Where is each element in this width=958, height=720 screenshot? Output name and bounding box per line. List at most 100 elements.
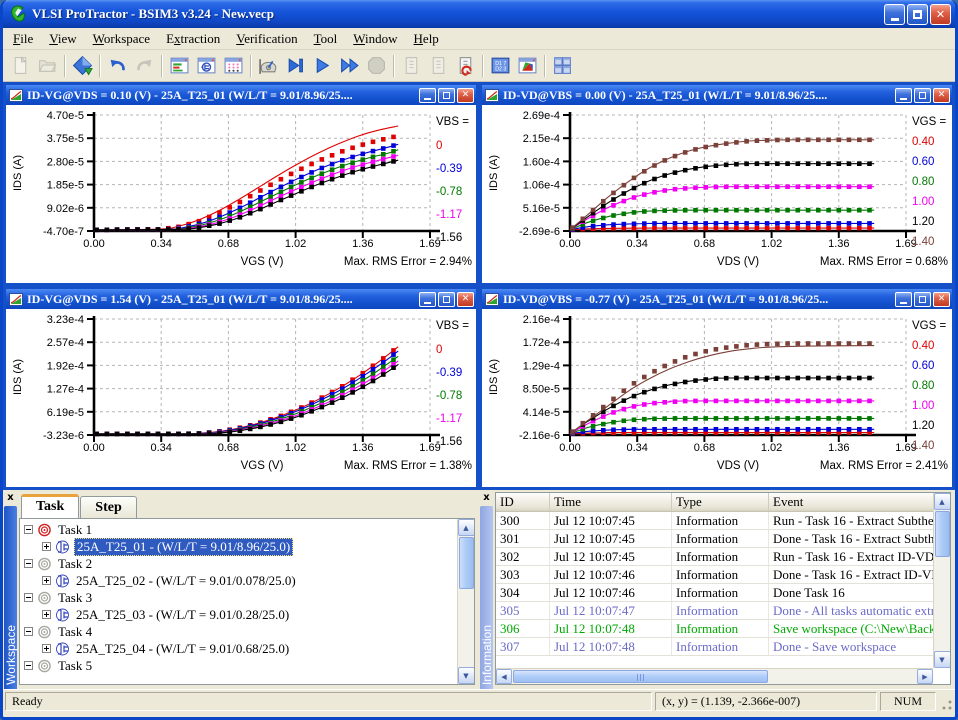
- collapse-icon[interactable]: [24, 525, 33, 534]
- workspace-strip[interactable]: Workspace: [4, 506, 17, 689]
- scroll-down-icon[interactable]: ▼: [934, 651, 951, 668]
- information-strip[interactable]: Information: [480, 506, 493, 689]
- tab-step[interactable]: Step: [80, 496, 136, 519]
- information-close-icon[interactable]: x: [481, 493, 493, 505]
- scroll-up-icon[interactable]: ▲: [458, 519, 475, 536]
- chart-minimize-button[interactable]: [419, 292, 436, 307]
- scrollbar-thumb[interactable]: [459, 537, 474, 589]
- column-header-id[interactable]: ID: [496, 493, 550, 511]
- toolbar-button-step-run[interactable]: [282, 53, 309, 79]
- scroll-right-icon[interactable]: ▶: [917, 669, 933, 684]
- chart-window-1-titlebar[interactable]: ID-VG@VDS = 0.10 (V) - 25A_T25_01 (W/L/T…: [6, 85, 476, 105]
- collapse-icon[interactable]: [24, 559, 33, 568]
- menu-extraction[interactable]: Extraction: [158, 29, 228, 49]
- toolbar-button-task-window[interactable]: [166, 53, 193, 79]
- toolbar-button-data-table[interactable]: D1 7D2 3: [487, 53, 514, 79]
- workspace-close-icon[interactable]: x: [5, 493, 17, 505]
- tree-item-task[interactable]: Task 1: [22, 521, 474, 538]
- tree-scrollbar[interactable]: ▲▼: [457, 519, 474, 684]
- menu-help[interactable]: Help: [406, 29, 447, 49]
- chart-close-button[interactable]: ✕: [933, 88, 950, 103]
- cell-type: Information: [672, 620, 769, 637]
- expand-icon[interactable]: [42, 644, 51, 653]
- scroll-left-icon[interactable]: ◀: [496, 669, 512, 684]
- tree-item-task[interactable]: Task 2: [22, 555, 474, 572]
- toolbar-button-save-workspace[interactable]: [69, 53, 96, 79]
- menu-verification[interactable]: Verification: [228, 29, 305, 49]
- toolbar-button-undo[interactable]: [104, 53, 131, 79]
- table-row[interactable]: 303Jul 12 10:07:46InformationDone - Task…: [496, 566, 950, 584]
- table-row[interactable]: 301Jul 12 10:07:45InformationDone - Task…: [496, 530, 950, 548]
- column-header-event[interactable]: Event: [769, 493, 939, 511]
- chart-close-button[interactable]: ✕: [933, 292, 950, 307]
- table-row[interactable]: 302Jul 12 10:07:45InformationRun - Task …: [496, 548, 950, 566]
- tree-item-task[interactable]: Task 4: [22, 623, 474, 640]
- chart-maximize-button[interactable]: [438, 292, 455, 307]
- tree-item-device[interactable]: 25A_T25_01 - (W/L/T = 9.01/8.96/25.0): [22, 538, 474, 555]
- column-header-type[interactable]: Type: [672, 493, 769, 511]
- toolbar-button-error-report[interactable]: [452, 53, 479, 79]
- scroll-down-icon[interactable]: ▼: [458, 667, 475, 684]
- column-header-time[interactable]: Time: [550, 493, 672, 511]
- chart-maximize-button[interactable]: [914, 88, 931, 103]
- chart-maximize-button[interactable]: [438, 88, 455, 103]
- toolbar-button-plot-view[interactable]: [514, 53, 541, 79]
- chart-window-4-titlebar[interactable]: ID-VD@VBS = -0.77 (V) - 25A_T25_01 (W/L/…: [482, 289, 952, 309]
- scrollbar-thumb[interactable]: [935, 511, 950, 557]
- tree-item-device[interactable]: 25A_T25_04 - (W/L/T = 9.01/0.68/25.0): [22, 640, 474, 657]
- toolbar-button-tile-windows[interactable]: [549, 53, 576, 79]
- close-button[interactable]: ✕: [930, 4, 951, 25]
- expand-icon[interactable]: [42, 542, 51, 551]
- chart-minimize-button[interactable]: [895, 88, 912, 103]
- svg-text:1.36: 1.36: [352, 238, 373, 250]
- toolbar-button-run-all[interactable]: [336, 53, 363, 79]
- table-header: IDTimeTypeEvent: [496, 493, 950, 512]
- table-row[interactable]: 304Jul 12 10:07:46InformationDone Task 1…: [496, 584, 950, 602]
- chart-close-button[interactable]: ✕: [457, 88, 474, 103]
- task-target-icon: [37, 591, 52, 605]
- collapse-icon[interactable]: [24, 627, 33, 636]
- tree-item-label: 25A_T25_03 - (W/L/T = 9.01/0.28/25.0): [74, 607, 291, 623]
- table-row[interactable]: 300Jul 12 10:07:45InformationRun - Task …: [496, 512, 950, 530]
- chart-minimize-button[interactable]: [419, 88, 436, 103]
- tree-item-device[interactable]: 25A_T25_02 - (W/L/T = 9.01/0.078/25.0): [22, 572, 474, 589]
- collapse-icon[interactable]: [24, 661, 33, 670]
- chart-window-2-titlebar[interactable]: ID-VD@VBS = 0.00 (V) - 25A_T25_01 (W/L/T…: [482, 85, 952, 105]
- svg-text:0.80: 0.80: [912, 176, 934, 188]
- toolbar-button-run[interactable]: [309, 53, 336, 79]
- menu-file[interactable]: File: [5, 29, 41, 49]
- table-row[interactable]: 306Jul 12 10:07:48InformationSave worksp…: [496, 620, 950, 638]
- svg-text:1.85e-5: 1.85e-5: [47, 180, 84, 192]
- tab-task[interactable]: Task: [21, 494, 79, 518]
- menu-tool[interactable]: Tool: [306, 29, 346, 49]
- menu-view[interactable]: View: [41, 29, 84, 49]
- scrollbar-thumb[interactable]: [513, 670, 768, 683]
- toolbar-button-data-window[interactable]: [220, 53, 247, 79]
- table-row[interactable]: 305Jul 12 10:07:47InformationDone - All …: [496, 602, 950, 620]
- title-bar[interactable]: VLSI ProTractor - BSIM3 v3.24 - New.vecp…: [3, 0, 955, 28]
- collapse-icon[interactable]: [24, 593, 33, 602]
- toolbar-button-device-window[interactable]: [193, 53, 220, 79]
- menu-workspace[interactable]: Workspace: [85, 29, 158, 49]
- maximize-button[interactable]: [907, 4, 928, 25]
- expand-icon[interactable]: [42, 610, 51, 619]
- chart-window-3-titlebar[interactable]: ID-VG@VDS = 1.54 (V) - 25A_T25_01 (W/L/T…: [6, 289, 476, 309]
- tree-item-device[interactable]: 25A_T25_03 - (W/L/T = 9.01/0.28/25.0): [22, 606, 474, 623]
- minimize-button[interactable]: [884, 4, 905, 25]
- chart-plot: 3.23e-42.57e-41.92e-41.27e-46.19e-5-3.23…: [6, 309, 476, 486]
- open-workspace-icon: [37, 55, 58, 76]
- chart-maximize-button[interactable]: [914, 292, 931, 307]
- table-hscrollbar[interactable]: ◀▶: [496, 668, 933, 684]
- chart-close-button[interactable]: ✕: [457, 292, 474, 307]
- scroll-up-icon[interactable]: ▲: [934, 493, 951, 510]
- resize-grip[interactable]: [939, 692, 953, 711]
- table-row[interactable]: 307Jul 12 10:07:48InformationDone - Save…: [496, 638, 950, 656]
- expand-icon[interactable]: [42, 576, 51, 585]
- toolbar-button-measure[interactable]: [255, 53, 282, 79]
- menu-window[interactable]: Window: [345, 29, 405, 49]
- tree-item-task[interactable]: Task 3: [22, 589, 474, 606]
- tree-item-task[interactable]: Task 5: [22, 657, 474, 674]
- table-vscrollbar[interactable]: ▲▼: [933, 493, 950, 668]
- chart-plot: 2.69e-42.15e-41.60e-41.06e-45.16e-5-2.69…: [482, 105, 952, 282]
- chart-minimize-button[interactable]: [895, 292, 912, 307]
